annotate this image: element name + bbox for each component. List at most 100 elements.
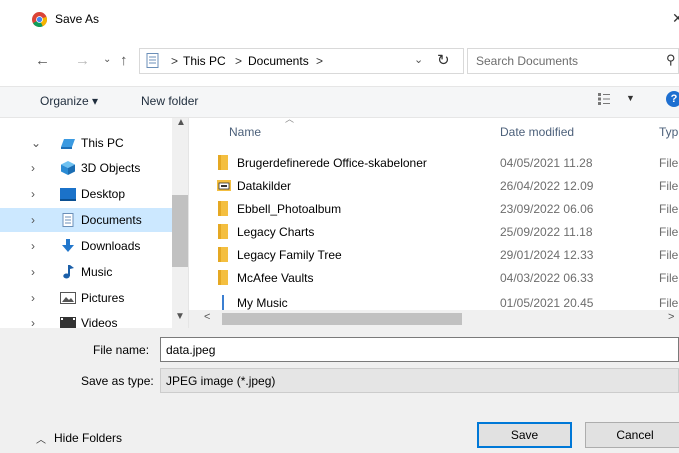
datasource-folder-icon — [217, 180, 231, 191]
up-arrow-icon[interactable]: ↑ — [120, 52, 128, 69]
refresh-icon[interactable]: ↻ — [437, 51, 450, 69]
help-icon[interactable]: ? — [666, 91, 679, 107]
hide-folders-button[interactable]: Hide Folders — [54, 431, 122, 445]
breadcrumb-separator-icon[interactable]: > — [171, 54, 178, 68]
tree-item-label: Documents — [81, 213, 142, 227]
save-button[interactable]: Save — [477, 422, 572, 448]
search-placeholder: Search Documents — [476, 54, 579, 68]
scroll-up-icon[interactable]: ▲ — [176, 117, 186, 128]
file-name-value[interactable]: data.jpeg — [166, 343, 215, 357]
folder-icon — [218, 247, 228, 262]
chevron-up-icon[interactable]: ︿ — [36, 431, 46, 446]
tree-item-pictures[interactable]: › Pictures — [0, 286, 185, 310]
cube-icon — [61, 161, 75, 175]
file-name: Ebbell_Photoalbum — [237, 202, 342, 216]
file-date: 25/09/2022 11.18 — [500, 225, 593, 239]
breadcrumb-separator-icon[interactable]: > — [316, 54, 323, 68]
horizontal-scrollbar-thumb[interactable] — [222, 313, 462, 325]
file-type: File — [659, 179, 679, 193]
sort-ascending-icon: ︿ — [285, 114, 295, 124]
tree-item-label: Videos — [81, 316, 118, 328]
tree-item-desktop[interactable]: › Desktop — [0, 182, 185, 206]
recent-locations-icon[interactable]: ⌄ — [103, 54, 111, 65]
tree-item-music[interactable]: › Music — [0, 260, 185, 284]
chevron-right-icon[interactable]: › — [31, 316, 35, 328]
chevron-right-icon[interactable]: › — [31, 161, 35, 175]
tree-item-label: Pictures — [81, 291, 125, 305]
file-name: Datakilder — [237, 179, 292, 193]
file-name: My Music — [237, 296, 288, 310]
tree-item-3d-objects[interactable]: › 3D Objects — [0, 156, 185, 180]
column-header-type[interactable]: Typ — [659, 125, 678, 139]
column-header-name[interactable]: Name — [229, 125, 261, 139]
breadcrumb-documents[interactable]: Documents — [248, 54, 309, 68]
file-list: Brugerdefinerede Office-skabeloner 04/05… — [189, 151, 679, 310]
tree-item-downloads[interactable]: › Downloads — [0, 234, 185, 258]
back-arrow-icon[interactable]: ← — [35, 52, 50, 69]
file-name: Brugerdefinerede Office-skabeloner — [237, 156, 427, 170]
window-title: Save As — [55, 12, 100, 26]
chevron-down-icon[interactable]: ⌄ — [31, 136, 41, 150]
organize-button[interactable]: Organize ▾ — [40, 94, 98, 108]
folder-icon — [218, 224, 228, 239]
chevron-right-icon[interactable]: › — [31, 239, 35, 253]
list-item[interactable]: Brugerdefinerede Office-skabeloner 04/05… — [189, 151, 679, 174]
file-type: File — [659, 248, 679, 262]
cancel-button[interactable]: Cancel — [585, 422, 679, 448]
tree-item-videos[interactable]: › Videos — [0, 311, 172, 328]
list-item[interactable]: McAfee Vaults 04/03/2022 06.33 File — [189, 266, 679, 289]
list-item[interactable]: Datakilder 26/04/2022 12.09 File — [189, 174, 679, 197]
title-bar — [0, 0, 679, 40]
list-item[interactable]: Ebbell_Photoalbum 23/09/2022 06.06 File — [189, 197, 679, 220]
column-header-date-modified[interactable]: Date modified — [500, 125, 574, 139]
tree-item-this-pc[interactable]: ⌄ This PC — [0, 131, 185, 155]
tree-item-label: Music — [81, 265, 113, 279]
file-name: Legacy Charts — [237, 225, 315, 239]
save-as-type-value[interactable]: JPEG image (*.jpeg) — [166, 374, 275, 388]
videos-icon — [60, 317, 76, 328]
chevron-right-icon[interactable]: › — [31, 187, 35, 201]
music-icon — [63, 265, 74, 279]
music-folder-icon — [222, 295, 224, 310]
folder-icon — [218, 155, 228, 170]
scroll-left-icon[interactable]: < — [204, 311, 210, 323]
breadcrumb-separator-icon[interactable]: > — [235, 54, 242, 68]
close-button[interactable]: ✕ — [672, 10, 679, 27]
file-name: McAfee Vaults — [237, 271, 314, 285]
file-date: 23/09/2022 06.06 — [500, 202, 594, 216]
address-dropdown-icon[interactable]: ⌄ — [414, 53, 423, 66]
new-folder-button[interactable]: New folder — [141, 94, 198, 108]
file-date: 01/05/2021 20.45 — [500, 296, 594, 310]
file-type: File — [659, 271, 679, 285]
chevron-right-icon[interactable]: › — [31, 265, 35, 279]
folder-icon — [218, 201, 228, 216]
list-item[interactable]: Legacy Charts 25/09/2022 11.18 File — [189, 220, 679, 243]
download-icon — [62, 239, 74, 252]
file-name-label: File name: — [93, 343, 150, 357]
search-icon[interactable]: ⚲ — [666, 52, 676, 68]
list-item[interactable]: Legacy Family Tree 29/01/2024 12.33 File — [189, 243, 679, 266]
chevron-right-icon[interactable]: › — [31, 291, 35, 305]
chrome-icon — [32, 12, 47, 27]
command-bar — [0, 86, 679, 118]
folder-icon — [218, 270, 228, 285]
scroll-down-icon[interactable]: ▼ — [175, 311, 185, 322]
forward-arrow-icon[interactable]: → — [75, 52, 90, 69]
scroll-right-icon[interactable]: > — [668, 311, 674, 323]
tree-item-documents[interactable]: › Documents — [0, 208, 185, 232]
tree-item-label: Downloads — [81, 239, 141, 253]
file-date: 04/03/2022 06.33 — [500, 271, 594, 285]
breadcrumb-this-pc[interactable]: This PC — [183, 54, 226, 68]
documents-icon — [62, 213, 74, 227]
documents-icon — [146, 53, 159, 68]
desktop-icon — [60, 188, 76, 201]
chevron-right-icon[interactable]: › — [31, 213, 35, 227]
list-item[interactable]: My Music 01/05/2021 20.45 File — [189, 291, 679, 310]
view-options-icon[interactable] — [598, 93, 610, 105]
nav-scrollbar-thumb[interactable] — [172, 195, 188, 267]
file-type: File — [659, 202, 679, 216]
file-name-field[interactable] — [160, 337, 679, 362]
pictures-icon — [60, 292, 76, 304]
view-dropdown-icon[interactable]: ▼ — [626, 93, 635, 103]
pc-icon — [61, 139, 75, 149]
